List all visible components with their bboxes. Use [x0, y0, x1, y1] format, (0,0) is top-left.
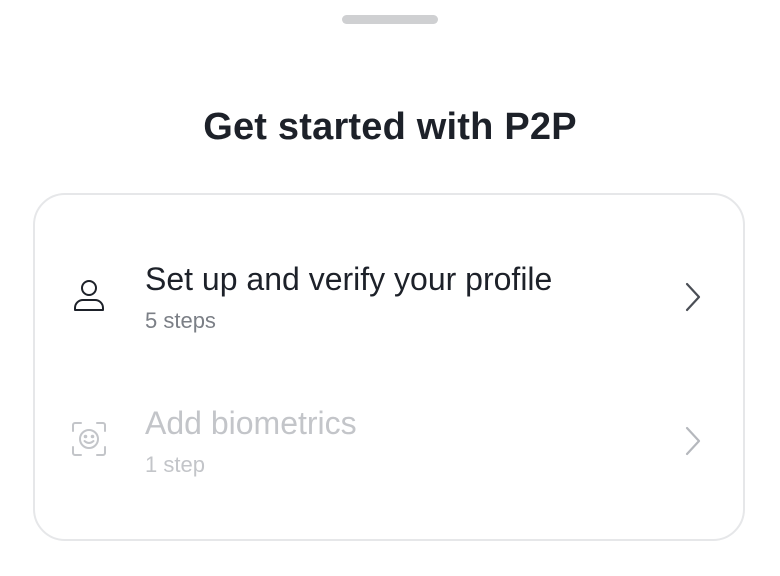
sheet-title: Get started with P2P — [203, 106, 577, 148]
chevron-right-icon — [683, 281, 703, 313]
step-title: Set up and verify your profile — [145, 261, 553, 297]
step-subtitle: 1 step — [145, 452, 205, 477]
sheet-drag-handle[interactable] — [342, 15, 438, 24]
steps-card: Set up and verify your profile 5 steps A… — [33, 193, 745, 541]
step-text: Set up and verify your profile 5 steps — [145, 259, 552, 335]
step-row-biometrics[interactable]: Add biometrics 1 step — [35, 391, 743, 501]
bottom-sheet: Get started with P2P Set up and verify y… — [0, 0, 780, 576]
step-subtitle: 5 steps — [145, 308, 216, 333]
face-scan-icon — [71, 421, 107, 457]
step-text: Add biometrics 1 step — [145, 403, 357, 479]
step-row-profile[interactable]: Set up and verify your profile 5 steps — [35, 247, 743, 357]
chevron-right-icon — [683, 425, 703, 457]
user-icon — [71, 277, 107, 313]
step-title: Add biometrics — [145, 405, 357, 441]
